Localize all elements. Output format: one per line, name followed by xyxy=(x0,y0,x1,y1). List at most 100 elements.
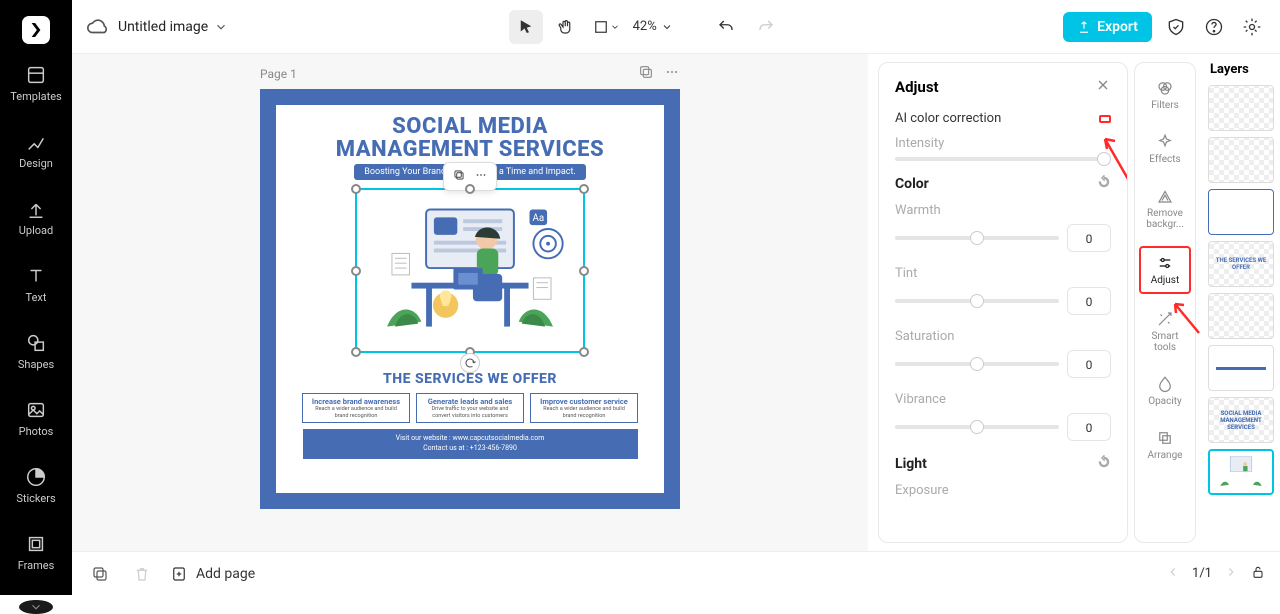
tint-label: Tint xyxy=(895,266,1111,281)
resize-handle[interactable] xyxy=(351,347,361,357)
layer-thumb[interactable] xyxy=(1208,189,1274,235)
design-inner: SOCIAL MEDIAMANAGEMENT SERVICES Boosting… xyxy=(276,105,664,493)
sidebar-item-photos[interactable]: Photos xyxy=(19,399,54,438)
resize-handle[interactable] xyxy=(579,347,589,357)
layer-thumb[interactable] xyxy=(1208,137,1274,183)
rotate-handle[interactable] xyxy=(460,353,480,373)
design-heading: SOCIAL MEDIAMANAGEMENT SERVICES xyxy=(336,115,604,161)
canvas-area[interactable]: Page 1 SOCIAL MEDIAMANAGEMENT SERVICES B… xyxy=(72,54,868,551)
rail-adjust[interactable]: Adjust xyxy=(1139,246,1191,294)
color-section-header: Color xyxy=(895,175,1111,193)
next-page-button[interactable] xyxy=(1224,565,1238,583)
zoom-indicator[interactable]: 42% xyxy=(629,19,677,34)
sidebar-item-templates[interactable]: Templates xyxy=(10,64,61,103)
topbar-right: Export xyxy=(1063,12,1266,42)
duplicate-icon[interactable] xyxy=(86,560,114,588)
intensity-label: Intensity xyxy=(895,136,1111,151)
resize-handle[interactable] xyxy=(351,266,361,276)
service-cell: Generate leads and salesDrive traffic to… xyxy=(416,393,524,423)
layer-thumb[interactable] xyxy=(1208,345,1274,391)
duplicate-page-icon[interactable] xyxy=(638,64,654,83)
settings-icon[interactable] xyxy=(1238,13,1266,41)
tint-value[interactable]: 0 xyxy=(1067,287,1111,315)
adjust-panel: Adjust AI color correction Intensity Col… xyxy=(878,62,1128,543)
vibrance-slider[interactable] xyxy=(895,425,1059,429)
layer-thumb[interactable]: THE SERVICES WE OFFER xyxy=(1208,241,1274,287)
sidebar-item-label: Shapes xyxy=(18,358,54,371)
crop-tool[interactable] xyxy=(589,10,623,44)
illustration-image: Aa xyxy=(357,190,583,351)
design-footer: Visit our website : www.capcutsocialmedi… xyxy=(303,429,638,459)
resize-handle[interactable] xyxy=(579,266,589,276)
resize-handle[interactable] xyxy=(579,184,589,194)
services-row: Increase brand awarenessReach a wider au… xyxy=(302,393,638,423)
sidebar-item-label: Design xyxy=(19,157,53,170)
chevron-down-icon xyxy=(214,20,228,34)
tint-slider[interactable] xyxy=(895,299,1059,303)
selected-element[interactable]: Aa xyxy=(355,188,585,353)
rail-remove-bg[interactable]: Remove backgr... xyxy=(1139,181,1191,236)
intensity-slider[interactable] xyxy=(895,157,1111,161)
rail-filters[interactable]: Filters xyxy=(1139,73,1191,117)
layer-thumb[interactable]: SOCIAL MEDIAMANAGEMENT SERVICES xyxy=(1208,397,1274,443)
layers-title: Layers xyxy=(1208,62,1274,77)
vibrance-value[interactable]: 0 xyxy=(1067,413,1111,441)
rail-effects[interactable]: Effects xyxy=(1139,127,1191,171)
add-page-button[interactable]: Add page xyxy=(170,565,255,583)
sidebar-more-button[interactable] xyxy=(19,600,53,614)
selection-copy-icon[interactable] xyxy=(452,167,466,186)
help-icon[interactable] xyxy=(1200,13,1228,41)
reset-icon[interactable] xyxy=(1097,455,1111,473)
shield-icon[interactable] xyxy=(1162,13,1190,41)
topbar: Untitled image 42% Export xyxy=(72,0,1280,54)
services-title: THE SERVICES WE OFFER xyxy=(383,371,557,387)
rail-arrange[interactable]: Arrange xyxy=(1139,423,1191,467)
sidebar-item-frames[interactable]: Frames xyxy=(18,533,55,572)
layer-thumb[interactable] xyxy=(1208,293,1274,339)
main-area: Untitled image 42% Export Page 1 xyxy=(72,0,1280,595)
add-page-icon xyxy=(170,565,188,583)
sidebar-item-label: Upload xyxy=(19,224,53,237)
app-logo[interactable] xyxy=(22,16,50,44)
warmth-slider[interactable] xyxy=(895,236,1059,240)
cloud-sync-icon[interactable] xyxy=(86,16,108,38)
document-title[interactable]: Untitled image xyxy=(118,19,228,35)
saturation-slider[interactable] xyxy=(895,362,1059,366)
page-more-icon[interactable] xyxy=(664,64,680,83)
prev-page-button[interactable] xyxy=(1166,565,1180,583)
sidebar-item-shapes[interactable]: Shapes xyxy=(18,332,54,371)
close-icon[interactable] xyxy=(1095,77,1111,97)
page-header: Page 1 xyxy=(260,64,680,83)
exposure-label: Exposure xyxy=(895,483,1111,498)
layers-panel: Layers THE SERVICES WE OFFER SOCIAL MEDI… xyxy=(1202,54,1280,551)
saturation-value[interactable]: 0 xyxy=(1067,350,1111,378)
saturation-label: Saturation xyxy=(895,329,1111,344)
rail-opacity[interactable]: Opacity xyxy=(1139,369,1191,413)
page-label: Page 1 xyxy=(260,67,297,81)
design-canvas[interactable]: SOCIAL MEDIAMANAGEMENT SERVICES Boosting… xyxy=(260,89,680,509)
sidebar-item-label: Templates xyxy=(10,90,61,103)
hand-tool[interactable] xyxy=(549,10,583,44)
warmth-value[interactable]: 0 xyxy=(1067,224,1111,252)
rail-smart-tools[interactable]: Smart tools xyxy=(1139,304,1191,359)
layer-thumb-selected[interactable] xyxy=(1208,449,1274,495)
adjust-header: Adjust xyxy=(895,77,1111,97)
sidebar-item-stickers[interactable]: Stickers xyxy=(16,466,55,505)
warmth-label: Warmth xyxy=(895,203,1111,218)
sidebar-item-upload[interactable]: Upload xyxy=(19,198,53,237)
sidebar-item-design[interactable]: Design xyxy=(19,131,53,170)
lock-icon[interactable] xyxy=(1250,564,1266,584)
trash-icon[interactable] xyxy=(128,560,156,588)
svg-text:Aa: Aa xyxy=(532,213,544,224)
layer-thumb[interactable] xyxy=(1208,85,1274,131)
light-section-header: Light xyxy=(895,455,1111,473)
ai-toggle-highlight xyxy=(1099,115,1111,123)
sidebar-item-text[interactable]: Text xyxy=(25,265,47,304)
reset-icon[interactable] xyxy=(1097,175,1111,193)
export-button[interactable]: Export xyxy=(1063,12,1152,42)
sidebar-item-label: Frames xyxy=(18,559,55,572)
redo-button[interactable] xyxy=(749,10,783,44)
selection-more-icon[interactable] xyxy=(474,167,488,186)
undo-button[interactable] xyxy=(709,10,743,44)
select-tool[interactable] xyxy=(509,10,543,44)
